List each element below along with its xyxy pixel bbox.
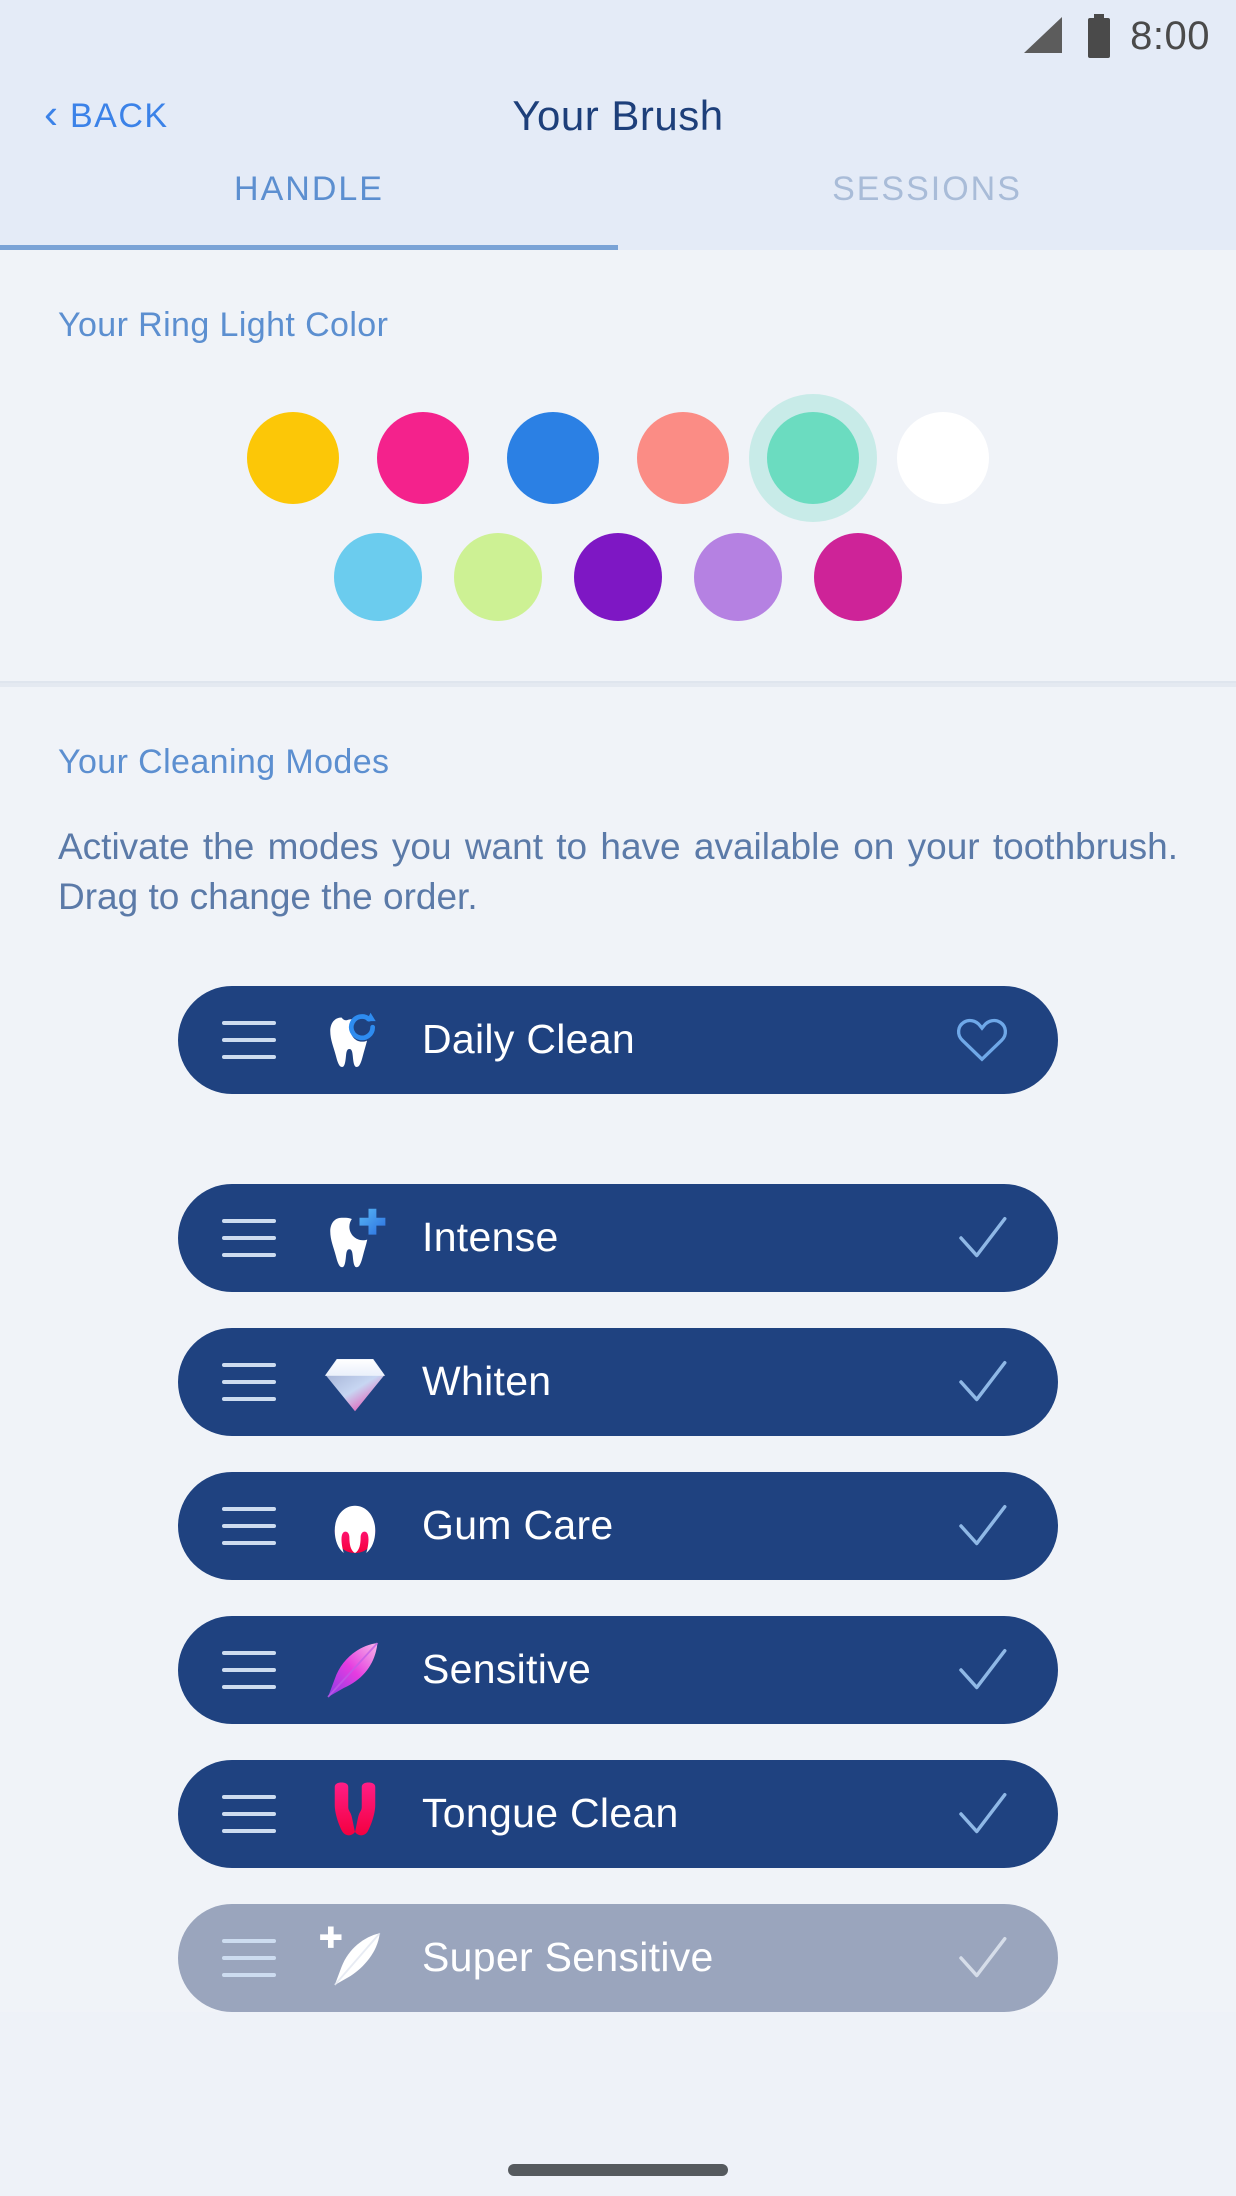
app-screen: 8:00 ‹ BACK Your Brush HANDLE SESSIONS Y… [0,0,1236,2196]
drag-handle-icon[interactable] [222,1938,276,1977]
ring-light-section-label: Your Ring Light Color [58,306,389,344]
color-swatch-fill [377,412,469,504]
check-icon[interactable] [950,1638,1014,1702]
status-icons [1020,14,1112,58]
color-swatch-yellow[interactable] [238,403,348,513]
color-swatch-fill [694,533,782,621]
check-icon[interactable] [950,1206,1014,1270]
tooth-plus-icon [318,1201,392,1275]
color-swatch-teal-selected[interactable] [749,394,877,522]
color-swatch-magenta[interactable] [368,403,478,513]
color-swatch-fill [814,533,902,621]
signal-bars-icon [1024,17,1063,53]
home-indicator [508,2164,728,2176]
tab-bar: HANDLE SESSIONS [0,160,1236,250]
check-icon[interactable] [950,1926,1014,1990]
feather-plus-icon [318,1921,392,1995]
color-swatch-fill [247,412,339,504]
mode-label: Intense [422,1214,559,1261]
color-swatch-violet[interactable] [568,527,668,627]
page-title: Your Brush [512,92,724,139]
color-swatch-salmon[interactable] [628,403,738,513]
drag-handle-icon[interactable] [222,1650,276,1689]
color-swatch-light-purple[interactable] [688,527,788,627]
color-swatch-row-2 [0,527,1236,627]
heart-icon[interactable] [950,1008,1014,1072]
drag-handle-icon[interactable] [222,1218,276,1257]
drag-handle-icon[interactable] [222,1794,276,1833]
diamond-icon [318,1345,392,1419]
color-swatch-fill [574,533,662,621]
cleaning-modes-section: Your Cleaning Modes Activate the modes y… [0,687,1236,2012]
mode-row-daily-clean[interactable]: Daily Clean [178,985,1058,1094]
color-swatch-sky-blue[interactable] [328,527,428,627]
color-swatch-fill [334,533,422,621]
chevron-left-icon: ‹ [44,90,58,137]
color-swatch-fill [897,412,989,504]
battery-full-icon [1088,14,1111,58]
mode-label: Daily Clean [422,1016,635,1063]
cleaning-modes-description: Activate the modes you want to have avai… [58,826,1178,917]
mode-row-tongue-clean[interactable]: Tongue Clean [178,1759,1058,1868]
color-swatch-blue[interactable] [498,403,608,513]
cleaning-modes-section-label: Your Cleaning Modes [58,743,390,781]
tooth-gum-icon [318,1489,392,1563]
tab-sessions[interactable]: SESSIONS [618,160,1236,250]
tab-active-underline [0,245,618,250]
check-icon[interactable] [950,1350,1014,1414]
color-swatch-grid [0,394,1236,627]
mode-row-super-sensitive[interactable]: Super Sensitive [178,1903,1058,2012]
check-icon[interactable] [950,1494,1014,1558]
ring-light-section: Your Ring Light Color [0,250,1236,681]
color-swatch-pink-purple[interactable] [808,527,908,627]
back-button-label: BACK [70,96,169,135]
color-swatch-fill [637,412,729,504]
drag-handle-icon[interactable] [222,1362,276,1401]
nav-bar: ‹ BACK Your Brush [0,72,1236,160]
mode-row-sensitive[interactable]: Sensitive [178,1615,1058,1724]
color-swatch-lime[interactable] [448,527,548,627]
drag-handle-icon[interactable] [222,1020,276,1059]
cleaning-modes-list: Daily Clean Intense Whiten Gum Care Sens… [0,985,1236,2012]
tab-handle[interactable]: HANDLE [0,160,618,250]
mode-label: Whiten [422,1358,552,1405]
mode-label: Tongue Clean [422,1790,679,1837]
mode-row-intense[interactable]: Intense [178,1183,1058,1292]
status-time: 8:00 [1130,13,1210,58]
feather-icon [318,1633,392,1707]
color-swatch-row-1 [0,394,1236,522]
drag-handle-icon[interactable] [222,1506,276,1545]
color-swatch-fill [767,412,859,504]
check-icon[interactable] [950,1782,1014,1846]
tooth-refresh-icon [318,1003,392,1077]
mode-label: Super Sensitive [422,1934,714,1981]
color-swatch-fill [507,412,599,504]
tongue-icon [318,1777,392,1851]
mode-row-gum-care[interactable]: Gum Care [178,1471,1058,1580]
mode-label: Gum Care [422,1502,614,1549]
color-swatch-white[interactable] [888,403,998,513]
back-button[interactable]: ‹ BACK [44,90,169,137]
mode-row-whiten[interactable]: Whiten [178,1327,1058,1436]
color-swatch-fill [454,533,542,621]
mode-label: Sensitive [422,1646,592,1693]
status-bar: 8:00 [0,0,1236,72]
